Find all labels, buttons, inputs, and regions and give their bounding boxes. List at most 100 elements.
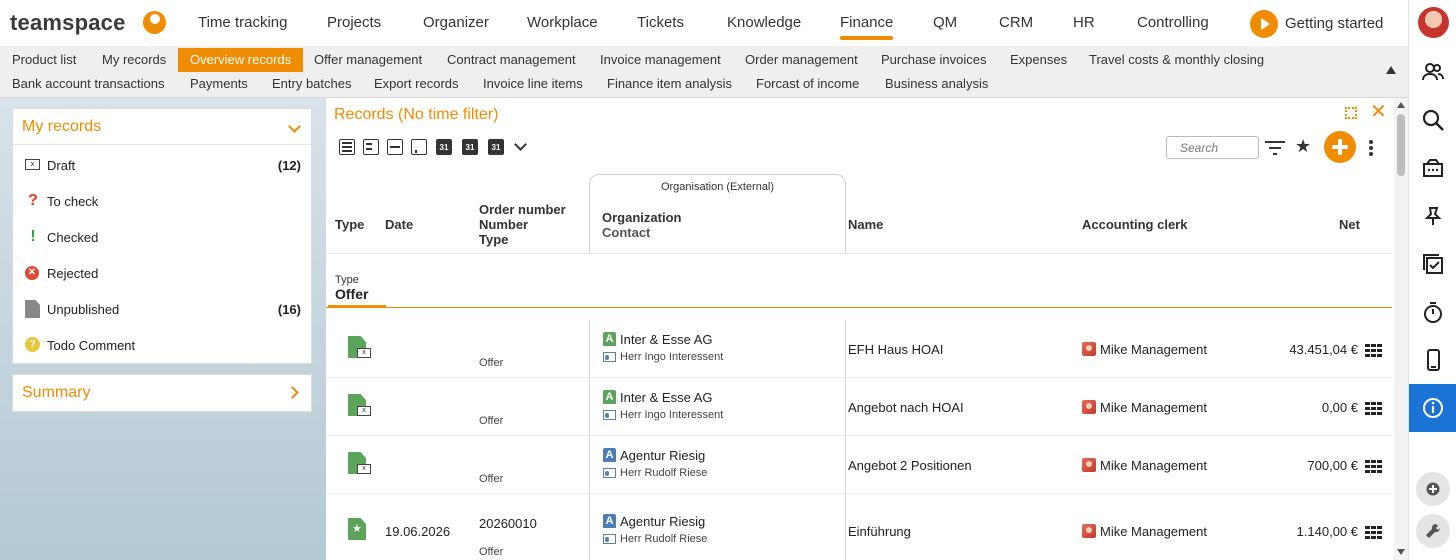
line-items-grid-icon[interactable]: [1365, 526, 1383, 539]
subnav-purchase-invoices[interactable]: Purchase invoices: [881, 48, 987, 72]
column-header-net[interactable]: Net: [1339, 217, 1360, 232]
row-contact[interactable]: Herr Ingo Interessent: [620, 409, 723, 421]
close-icon[interactable]: ✕: [1370, 102, 1387, 122]
calendar-month-icon[interactable]: 31: [488, 139, 504, 155]
chevron-down-icon[interactable]: [514, 138, 527, 151]
subnav-contract-management[interactable]: Contract management: [447, 48, 576, 72]
column-header-contact[interactable]: Contact: [602, 225, 650, 240]
collapse-up-icon[interactable]: [1386, 66, 1396, 74]
fullscreen-icon[interactable]: [1345, 107, 1357, 119]
subnav-bank-account-transactions[interactable]: Bank account transactions: [12, 72, 164, 96]
nav-qm[interactable]: QM: [933, 14, 957, 31]
contacts-icon[interactable]: [1409, 48, 1456, 96]
list-view-icon[interactable]: [339, 139, 355, 155]
subnav-invoice-management[interactable]: Invoice management: [600, 48, 721, 72]
column-header-number[interactable]: Number: [479, 217, 528, 232]
nav-controlling[interactable]: Controlling: [1137, 14, 1209, 31]
add-record-button[interactable]: [1324, 131, 1356, 163]
calendar-day-icon[interactable]: 31: [436, 139, 452, 155]
favorite-star-icon[interactable]: ★: [1295, 136, 1311, 157]
subnav-export-records[interactable]: Export records: [374, 72, 459, 96]
group-row-offer[interactable]: Type Offer: [326, 254, 1392, 308]
scroll-down-icon[interactable]: [1397, 549, 1405, 555]
vertical-scrollbar[interactable]: [1394, 98, 1408, 560]
record-filter-draft[interactable]: x Draft (12): [13, 147, 311, 183]
column-header-order-number[interactable]: Order number: [479, 202, 566, 217]
line-items-grid-icon[interactable]: [1365, 460, 1383, 473]
subnav-overview-records[interactable]: Overview records: [178, 48, 304, 72]
nav-projects[interactable]: Projects: [327, 14, 381, 31]
chart-view-icon[interactable]: [411, 139, 427, 155]
tile-view-icon[interactable]: [387, 139, 403, 155]
column-header-accounting-clerk[interactable]: Accounting clerk: [1082, 217, 1187, 232]
scroll-thumb[interactable]: [1397, 114, 1405, 176]
subnav-payments[interactable]: Payments: [190, 72, 248, 96]
line-items-grid-icon[interactable]: [1365, 344, 1383, 357]
nav-workplace[interactable]: Workplace: [527, 14, 598, 31]
column-header-date[interactable]: Date: [385, 217, 413, 232]
subnav-finance-item-analysis[interactable]: Finance item analysis: [607, 72, 732, 96]
row-date: 19.06.2026: [385, 524, 451, 539]
record-filter-checked[interactable]: ! Checked: [13, 219, 311, 255]
row-net: 700,00 €: [1307, 458, 1358, 473]
search-icon[interactable]: [1409, 96, 1456, 144]
inbox-icon[interactable]: [1409, 144, 1456, 192]
detail-view-icon[interactable]: [363, 139, 379, 155]
record-filter-unpublished[interactable]: Unpublished (16): [13, 291, 311, 327]
scroll-up-icon[interactable]: [1397, 102, 1405, 108]
subnav-my-records[interactable]: My records: [102, 48, 166, 72]
subnav-invoice-line-items[interactable]: Invoice line items: [483, 72, 583, 96]
nav-knowledge[interactable]: Knowledge: [727, 14, 801, 31]
nav-hr[interactable]: HR: [1073, 14, 1095, 31]
info-icon[interactable]: [1409, 384, 1456, 432]
row-organization[interactable]: Agentur Riesig: [620, 448, 705, 463]
subnav-forcast-of-income[interactable]: Forcast of income: [756, 72, 859, 96]
nav-finance[interactable]: Finance: [840, 14, 894, 40]
more-options-icon[interactable]: [1369, 140, 1373, 156]
table-row[interactable]: x Offer A Agentur Riesig Herr Rudolf Rie…: [326, 436, 1392, 494]
tasks-checklist-icon[interactable]: [1409, 240, 1456, 288]
row-contact[interactable]: Herr Rudolf Riese: [620, 533, 707, 545]
search-input[interactable]: [1166, 136, 1259, 159]
line-items-grid-icon[interactable]: [1365, 402, 1383, 415]
record-filter-rejected[interactable]: ✕ Rejected: [13, 255, 311, 291]
column-header-type[interactable]: Type: [335, 217, 364, 232]
subnav-order-management[interactable]: Order management: [745, 48, 858, 72]
my-records-header[interactable]: My records: [13, 109, 311, 145]
column-header-order-type[interactable]: Type: [479, 232, 508, 247]
row-organization[interactable]: Inter & Esse AG: [620, 390, 713, 405]
app-logo[interactable]: teamspace: [10, 10, 126, 36]
subnav-business-analysis[interactable]: Business analysis: [885, 72, 988, 96]
filter-icon[interactable]: [1265, 140, 1285, 156]
row-organization[interactable]: Inter & Esse AG: [620, 332, 713, 347]
row-contact[interactable]: Herr Ingo Interessent: [620, 351, 723, 363]
subnav-product-list[interactable]: Product list: [12, 48, 76, 72]
subnav-travel-costs[interactable]: Travel costs & monthly closing: [1089, 48, 1264, 72]
wrench-settings-icon[interactable]: [1416, 514, 1450, 548]
column-header-name[interactable]: Name: [848, 217, 883, 232]
table-row[interactable]: x Offer A Inter & Esse AG Herr Ingo Inte…: [326, 320, 1392, 378]
nav-organizer[interactable]: Organizer: [423, 14, 489, 31]
nav-tickets[interactable]: Tickets: [637, 14, 684, 31]
record-filter-todo-comment[interactable]: ? Todo Comment: [13, 327, 311, 363]
subnav-expenses[interactable]: Expenses: [1010, 48, 1067, 72]
pin-icon[interactable]: [1409, 192, 1456, 240]
row-contact[interactable]: Herr Rudolf Riese: [620, 467, 707, 479]
calendar-week-icon[interactable]: 31: [462, 139, 478, 155]
nav-crm[interactable]: CRM: [999, 14, 1033, 31]
table-row[interactable]: x Offer A Inter & Esse AG Herr Ingo Inte…: [326, 378, 1392, 436]
summary-card[interactable]: Summary: [12, 374, 312, 412]
contact-icon: [603, 410, 616, 420]
subnav-offer-management[interactable]: Offer management: [314, 48, 422, 72]
row-organization[interactable]: Agentur Riesig: [620, 514, 705, 529]
user-avatar[interactable]: [1418, 7, 1449, 38]
add-widget-icon[interactable]: [1416, 472, 1450, 506]
panel-title: Records (No time filter): [334, 106, 499, 123]
column-header-organization[interactable]: Organization: [602, 210, 681, 225]
mobile-phone-icon[interactable]: [1409, 336, 1456, 384]
subnav-entry-batches[interactable]: Entry batches: [272, 72, 352, 96]
nav-time-tracking[interactable]: Time tracking: [198, 14, 287, 31]
record-filter-to-check[interactable]: ? To check: [13, 183, 311, 219]
stopwatch-icon[interactable]: [1409, 288, 1456, 336]
table-row[interactable]: ★ 19.06.2026 20260010 Offer A Agentur Ri…: [326, 494, 1392, 560]
